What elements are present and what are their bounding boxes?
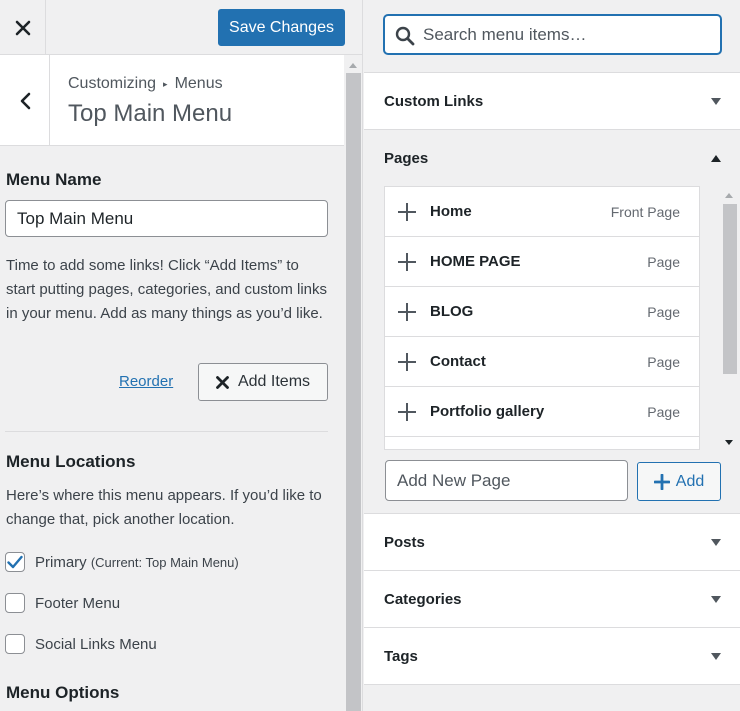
menu-options-title: Menu Options bbox=[6, 683, 120, 702]
page-item-type: Front Page bbox=[610, 203, 680, 220]
location-primary-current: (Current: Top Main Menu) bbox=[90, 554, 239, 570]
divider bbox=[5, 431, 328, 432]
location-social-label: Social Links Menu bbox=[35, 635, 157, 653]
scrollbar-thumb[interactable] bbox=[723, 204, 737, 374]
list-item[interactable]: Contact Page bbox=[385, 337, 699, 387]
list-item-partial[interactable] bbox=[385, 437, 699, 449]
section-pages-label: Pages bbox=[384, 150, 429, 167]
search-area bbox=[364, 0, 740, 73]
section-tags-label: Tags bbox=[384, 647, 418, 665]
page-item-type: Page bbox=[647, 253, 680, 270]
menu-locations-title: Menu Locations bbox=[6, 452, 136, 471]
location-social-checkbox[interactable] bbox=[5, 634, 25, 654]
customizer-topbar: Save Changes bbox=[0, 0, 362, 55]
add-items-label: Add Items bbox=[237, 373, 311, 390]
list-item[interactable]: HOME PAGE Page bbox=[385, 237, 699, 287]
section-posts[interactable]: Posts bbox=[364, 514, 740, 571]
page-item-type: Page bbox=[647, 353, 680, 370]
reorder-link[interactable]: Reorder bbox=[119, 373, 173, 390]
location-social-links-menu[interactable]: Social Links Menu bbox=[5, 634, 157, 654]
pages-list: Home Front Page HOME PAGE Page BLOG Page… bbox=[384, 186, 700, 450]
available-menu-items-panel: Custom Links Pages Home Front Page HOME … bbox=[364, 0, 740, 711]
menu-locations-help-text: Here’s where this menu appears. If you’d… bbox=[6, 487, 322, 528]
list-item[interactable]: Home Front Page bbox=[385, 187, 699, 237]
location-primary-checkbox[interactable] bbox=[5, 552, 25, 572]
triangle-down-icon bbox=[711, 652, 721, 660]
location-footer-menu[interactable]: Footer Menu bbox=[5, 593, 120, 613]
page-item-type: Page bbox=[647, 403, 680, 420]
add-items-button[interactable]: Add Items bbox=[198, 363, 328, 401]
scroll-up-arrow-icon[interactable] bbox=[349, 63, 357, 68]
section-custom-links-label: Custom Links bbox=[384, 92, 484, 110]
search-icon bbox=[395, 26, 415, 46]
add-page-button[interactable]: Add bbox=[637, 462, 721, 501]
panel-scrollbar[interactable] bbox=[344, 55, 362, 711]
breadcrumb-current: Menus bbox=[174, 75, 223, 92]
back-button[interactable] bbox=[0, 55, 50, 146]
list-item[interactable]: BLOG Page bbox=[385, 287, 699, 337]
triangle-down-icon bbox=[711, 97, 721, 105]
breadcrumb: Customizing ▸ Menus bbox=[68, 75, 223, 93]
search-input[interactable] bbox=[423, 24, 713, 46]
chevron-left-icon bbox=[20, 92, 30, 109]
plus-icon bbox=[398, 252, 416, 271]
scroll-up-arrow-icon[interactable] bbox=[725, 193, 733, 198]
menu-name-help-text: Time to add some links! Click “Add Items… bbox=[6, 257, 328, 322]
section-posts-label: Posts bbox=[384, 533, 425, 551]
plus-icon bbox=[398, 202, 416, 221]
page-title: Top Main Menu bbox=[68, 100, 233, 127]
add-new-page-input[interactable] bbox=[385, 460, 628, 501]
page-item-title: BLOG bbox=[430, 303, 474, 320]
list-item[interactable]: Portfolio gallery Page bbox=[385, 387, 699, 437]
breadcrumb-root: Customizing bbox=[68, 75, 157, 92]
page-item-title: Portfolio gallery bbox=[430, 403, 545, 420]
location-primary-label: Primary bbox=[35, 553, 87, 571]
breadcrumb-separator-icon: ▸ bbox=[163, 78, 168, 89]
triangle-down-icon bbox=[711, 538, 721, 546]
triangle-down-icon bbox=[711, 595, 721, 603]
add-page-label: Add bbox=[675, 472, 705, 490]
plus-icon bbox=[398, 352, 416, 371]
page-item-title: Home bbox=[430, 203, 472, 220]
triangle-up-icon bbox=[711, 155, 721, 162]
page-item-title: Contact bbox=[430, 353, 486, 370]
scrollbar-thumb[interactable] bbox=[346, 73, 361, 711]
menu-name-label: Menu Name bbox=[6, 170, 102, 189]
section-header: Customizing ▸ Menus Top Main Menu bbox=[0, 55, 344, 146]
close-icon bbox=[15, 20, 30, 35]
checkmark-icon bbox=[7, 555, 23, 569]
location-footer-label: Footer Menu bbox=[35, 594, 121, 612]
section-categories-label: Categories bbox=[384, 590, 462, 608]
customizer-panel: Save Changes Customizing ▸ Menus Top Mai… bbox=[0, 0, 363, 711]
search-field[interactable] bbox=[383, 14, 722, 55]
location-footer-checkbox[interactable] bbox=[5, 593, 25, 613]
close-icon bbox=[216, 375, 229, 389]
scroll-down-arrow-icon[interactable] bbox=[725, 440, 733, 445]
plus-icon bbox=[398, 402, 416, 421]
save-changes-button[interactable]: Save Changes bbox=[218, 9, 345, 46]
page-item-type: Page bbox=[647, 303, 680, 320]
section-custom-links[interactable]: Custom Links bbox=[364, 73, 740, 130]
menu-name-input[interactable] bbox=[5, 200, 328, 237]
plus-icon bbox=[653, 473, 670, 490]
plus-icon bbox=[398, 302, 416, 321]
section-tags[interactable]: Tags bbox=[364, 628, 740, 685]
page-item-title: HOME PAGE bbox=[430, 253, 521, 270]
section-pages[interactable]: Pages bbox=[364, 130, 740, 187]
pages-scrollbar[interactable] bbox=[721, 190, 737, 450]
section-categories[interactable]: Categories bbox=[364, 571, 740, 628]
close-button[interactable] bbox=[0, 0, 46, 55]
location-primary[interactable]: Primary (Current: Top Main Menu) bbox=[5, 552, 239, 572]
